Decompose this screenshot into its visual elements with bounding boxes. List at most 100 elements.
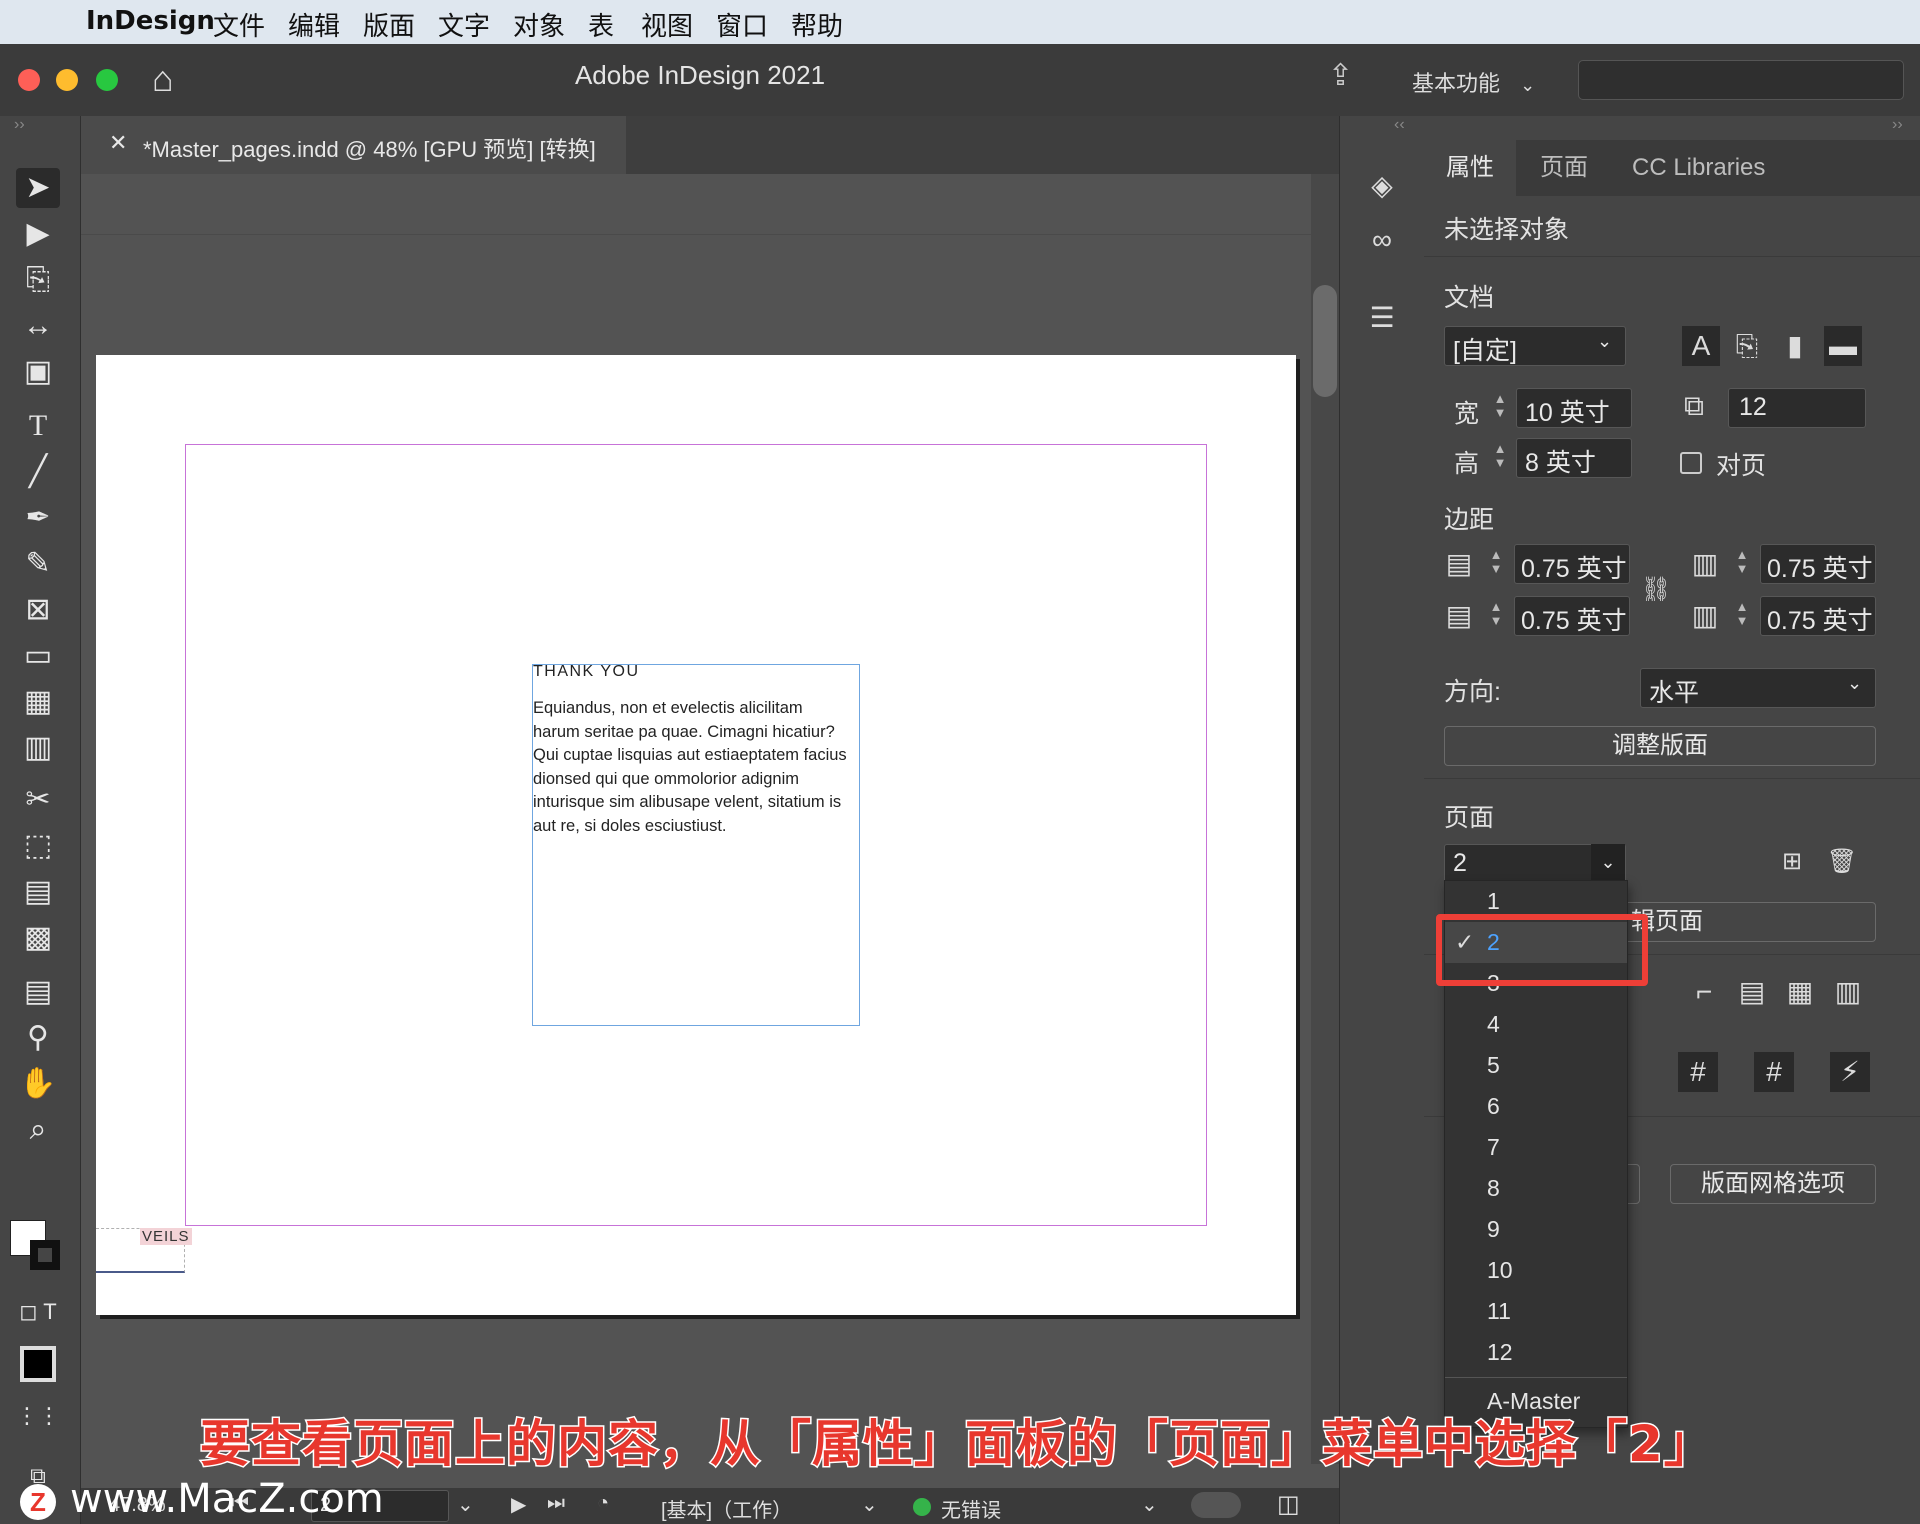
grid-tool-icon[interactable]: ▥ bbox=[16, 728, 60, 768]
margin-bottom-field[interactable]: 0.75 英寸 bbox=[1514, 596, 1630, 636]
chevron-down-icon[interactable]: ⌄ bbox=[457, 1492, 474, 1517]
smart-guides-icon[interactable]: ⚡ bbox=[1830, 1052, 1870, 1092]
page-menu-item-8[interactable]: 8 bbox=[1445, 1168, 1627, 1209]
gap-tool-icon[interactable]: ↔ bbox=[16, 306, 60, 346]
page-tool-icon[interactable]: ⎘ bbox=[16, 260, 60, 300]
note-tool-icon[interactable]: ▤ bbox=[16, 972, 60, 1012]
links-icon[interactable]: ∞ bbox=[1360, 220, 1404, 260]
page-menu-item-7[interactable]: 7 bbox=[1445, 1127, 1627, 1168]
pencil-tool-icon[interactable]: ✎ bbox=[16, 544, 60, 584]
adjust-layout-button[interactable]: 调整版面 bbox=[1444, 726, 1876, 766]
menu-object[interactable]: 对象 bbox=[513, 6, 565, 43]
link-margins-icon[interactable]: ⛓ bbox=[1638, 570, 1674, 610]
type-tool-icon[interactable]: T bbox=[16, 406, 60, 446]
page-menu-item-9[interactable]: 9 bbox=[1445, 1209, 1627, 1250]
layers-icon[interactable]: ◈ bbox=[1360, 166, 1404, 206]
page-select[interactable]: 2 ⌄ bbox=[1444, 844, 1626, 884]
orientation-select[interactable]: 水平 ⌄ bbox=[1640, 668, 1876, 708]
menu-app-name[interactable]: InDesign bbox=[86, 6, 215, 36]
menu-edit[interactable]: 编辑 bbox=[288, 6, 340, 43]
landscape-icon[interactable]: ▬ bbox=[1824, 326, 1862, 366]
workspace-switcher[interactable]: 基本功能 ⌄ bbox=[1412, 66, 1535, 98]
width-stepper-icon[interactable]: ▲ ▼ bbox=[1490, 392, 1510, 420]
margin-right-field[interactable]: 0.75 英寸 bbox=[1760, 596, 1876, 636]
gradient-feather-tool-icon[interactable]: ▩ bbox=[16, 918, 60, 958]
toggle-switch[interactable] bbox=[1191, 1492, 1241, 1518]
scrollbar-thumb[interactable] bbox=[1313, 285, 1337, 397]
page-menu-item-6[interactable]: 6 bbox=[1445, 1086, 1627, 1127]
menu-file[interactable]: 文件 bbox=[213, 6, 265, 43]
tab-properties[interactable]: 属性 bbox=[1424, 140, 1516, 196]
layout-grid-icon[interactable]: ▥ bbox=[1828, 972, 1868, 1012]
menu-table[interactable]: 表 bbox=[588, 6, 614, 43]
formatting-affects-container-icon[interactable]: ◻ T bbox=[16, 1292, 60, 1332]
facing-pages-checkbox[interactable] bbox=[1680, 452, 1702, 474]
height-field[interactable]: 8 英寸 bbox=[1516, 438, 1632, 478]
preflight-icon[interactable]: ◔ bbox=[597, 1492, 609, 1515]
stroke-swatch-icon[interactable] bbox=[30, 1240, 60, 1270]
tab-pages[interactable]: 页面 bbox=[1518, 140, 1610, 196]
baseline-grid-icon[interactable]: ▤ bbox=[1732, 972, 1772, 1012]
page-menu-item-10[interactable]: 10 bbox=[1445, 1250, 1627, 1291]
eyedropper-tool-icon[interactable]: ⚲ bbox=[16, 1018, 60, 1058]
line-tool-icon[interactable]: ╱ bbox=[16, 452, 60, 492]
ruler-guides-icon[interactable]: ⌐ bbox=[1684, 972, 1724, 1012]
free-transform-tool-icon[interactable]: ⬚ bbox=[16, 826, 60, 866]
rectangle-frame-tool-icon[interactable]: ⊠ bbox=[16, 590, 60, 630]
document-preset-select[interactable]: [自定] ⌄ bbox=[1444, 326, 1626, 366]
width-field[interactable]: 10 英寸 bbox=[1516, 388, 1632, 428]
preflight-profile[interactable]: [基本]（工作） bbox=[661, 1494, 792, 1523]
close-tab-icon[interactable]: ✕ bbox=[109, 130, 127, 156]
next-page-icon[interactable]: ▶ bbox=[511, 1492, 526, 1517]
table-tool-icon[interactable]: ▦ bbox=[16, 682, 60, 722]
collapse-panel-icon[interactable]: ›› bbox=[1892, 116, 1903, 134]
margin-top-field[interactable]: 0.75 英寸 bbox=[1514, 544, 1630, 584]
normal-view-mode-icon[interactable] bbox=[20, 1346, 56, 1382]
selection-tool-icon[interactable]: ➤ bbox=[16, 168, 60, 208]
edit-page-button[interactable]: 辑页面 bbox=[1624, 902, 1876, 942]
text-frame[interactable]: THANK YOU Equiandus, non et evelectis al… bbox=[532, 663, 860, 1026]
height-stepper-icon[interactable]: ▲ ▼ bbox=[1490, 442, 1510, 470]
rectangle-tool-icon[interactable]: ▭ bbox=[16, 636, 60, 676]
collapse-icon[interactable]: ›› bbox=[14, 116, 25, 134]
chevron-down-icon[interactable]: ⌄ bbox=[861, 1492, 878, 1517]
document-grid-icon[interactable]: ▦ bbox=[1780, 972, 1820, 1012]
direct-selection-tool-icon[interactable]: ▶ bbox=[16, 214, 60, 254]
add-page-icon[interactable]: ⊞ bbox=[1774, 842, 1810, 882]
chevron-down-icon[interactable]: ⌄ bbox=[1141, 1492, 1158, 1517]
error-status[interactable]: 无错误 bbox=[941, 1494, 1001, 1523]
scissors-tool-icon[interactable]: ✂ bbox=[16, 780, 60, 820]
screen-mode-icon[interactable]: ⋮⋮ bbox=[16, 1396, 60, 1436]
last-page-icon[interactable]: ⏭ bbox=[547, 1492, 565, 1515]
delete-page-icon[interactable]: 🗑 bbox=[1824, 842, 1860, 882]
text-wrap-icon[interactable]: ☰ bbox=[1360, 298, 1404, 338]
margin-top-stepper-icon[interactable]: ▲ ▼ bbox=[1486, 548, 1506, 576]
search-input[interactable] bbox=[1578, 60, 1904, 100]
margin-right-stepper-icon[interactable]: ▲ ▼ bbox=[1732, 600, 1752, 628]
zoom-tool-icon[interactable]: ⌕ bbox=[16, 1110, 60, 1150]
menu-layout[interactable]: 版面 bbox=[363, 6, 415, 43]
page-menu-item-12[interactable]: 12 bbox=[1445, 1332, 1627, 1373]
gradient-swatch-tool-icon[interactable]: ▤ bbox=[16, 872, 60, 912]
menu-view[interactable]: 视图 bbox=[641, 6, 693, 43]
margin-left-field[interactable]: 0.75 英寸 bbox=[1760, 544, 1876, 584]
document-tab[interactable]: ✕ *Master_pages.indd @ 48% [GPU 预览] [转换] bbox=[81, 116, 626, 174]
share-icon[interactable]: ⇪ bbox=[1328, 58, 1353, 93]
margin-bottom-stepper-icon[interactable]: ▲ ▼ bbox=[1486, 600, 1506, 628]
menu-window[interactable]: 窗口 bbox=[716, 6, 768, 43]
menu-help[interactable]: 帮助 bbox=[791, 6, 843, 43]
pages-count-field[interactable]: 12 bbox=[1728, 388, 1866, 428]
snap-to-guides-icon[interactable]: # bbox=[1678, 1052, 1718, 1092]
binding-icon[interactable]: ⎘ bbox=[1728, 326, 1766, 366]
expand-dock-icon[interactable]: ‹‹ bbox=[1394, 116, 1405, 134]
page-menu-item-4[interactable]: 4 bbox=[1445, 1004, 1627, 1045]
pen-tool-icon[interactable]: ✒ bbox=[16, 498, 60, 538]
tab-cc-libraries[interactable]: CC Libraries bbox=[1610, 140, 1787, 196]
margin-left-stepper-icon[interactable]: ▲ ▼ bbox=[1732, 548, 1752, 576]
hand-tool-icon[interactable]: ✋ bbox=[16, 1064, 60, 1104]
page-menu-item-5[interactable]: 5 bbox=[1445, 1045, 1627, 1086]
page-menu-item-11[interactable]: 11 bbox=[1445, 1291, 1627, 1332]
lock-guides-icon[interactable]: # bbox=[1754, 1052, 1794, 1092]
portrait-icon[interactable]: ▮ bbox=[1776, 326, 1814, 366]
layout-grid-options-button[interactable]: 版面网格选项 bbox=[1670, 1164, 1876, 1204]
